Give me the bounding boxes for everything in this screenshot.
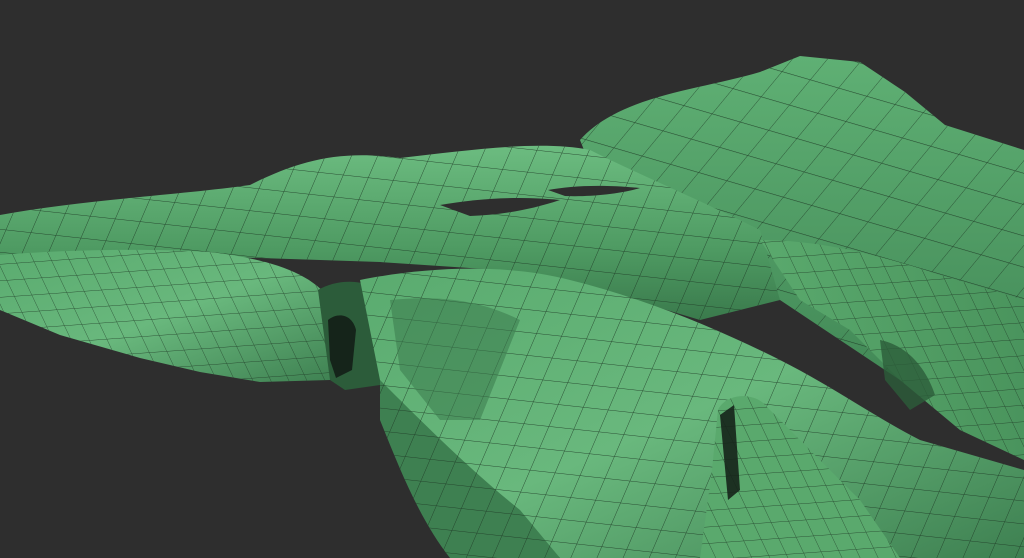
3d-viewport[interactable] <box>0 0 1024 558</box>
mesh-left-slab <box>0 249 338 382</box>
sculpt-canvas[interactable] <box>0 0 1024 558</box>
